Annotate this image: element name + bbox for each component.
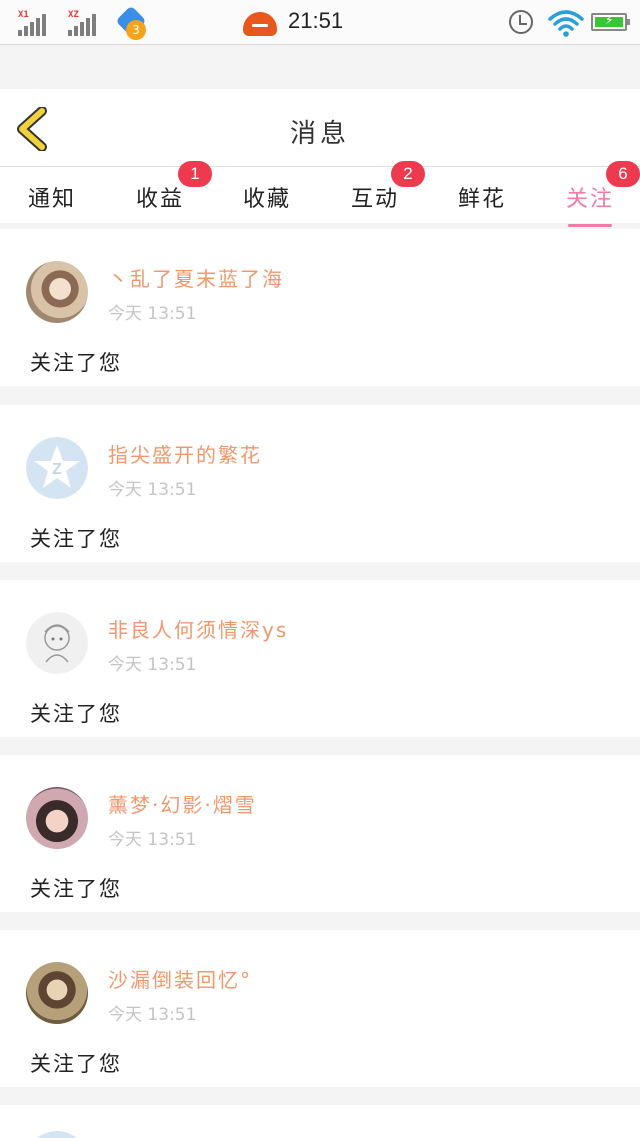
timestamp: 今天 13:51: [108, 830, 197, 850]
timestamp: 今天 13:51: [108, 304, 197, 324]
list-item[interactable]: 丶乱了夏末蓝了海 今天 13:51 关注了您: [0, 229, 640, 386]
action-text: 关注了您: [30, 702, 122, 726]
page-title: 消息: [289, 119, 350, 149]
list-item[interactable]: 沙漏倒装回忆° 今天 13:51 关注了您: [0, 930, 640, 1087]
tab-label: 互动: [351, 187, 400, 212]
tab-bar: 通知 收益 1 收藏 互动 2 鲜花 关注 6: [0, 161, 640, 227]
tab-label: 收益: [136, 187, 185, 212]
tab-follow[interactable]: 关注: [566, 181, 615, 227]
svg-text:Z: Z: [52, 461, 62, 478]
tab-label: 通知: [28, 187, 77, 212]
tab-label: 关注: [566, 187, 615, 212]
tab-earnings[interactable]: 收益: [136, 181, 184, 213]
tab-notification[interactable]: 通知: [28, 181, 76, 213]
avatar[interactable]: [26, 1131, 88, 1138]
speedometer-icon: [243, 12, 277, 36]
battery-charging-icon: ⚡: [591, 13, 630, 31]
notification-count: 3: [126, 20, 146, 40]
default-star-avatar-icon[interactable]: Z: [26, 437, 88, 499]
page-header: 消息: [0, 89, 640, 167]
tab-interaction[interactable]: 互动: [351, 181, 399, 213]
avatar[interactable]: [26, 962, 88, 1024]
username[interactable]: 指尖盛开的繁花: [108, 439, 262, 468]
action-text: 关注了您: [30, 877, 122, 901]
sketch-anime-avatar-icon[interactable]: [26, 612, 88, 674]
tab-favorites[interactable]: 收藏: [243, 181, 291, 213]
tab-interaction-badge: 2: [391, 161, 425, 187]
tab-label: 鲜花: [458, 187, 507, 212]
tab-flowers[interactable]: 鲜花: [458, 181, 506, 213]
list-item[interactable]: 薰梦·幻影·熠雪 今天 13:51 关注了您: [0, 755, 640, 912]
timestamp: 今天 13:51: [108, 480, 197, 500]
username[interactable]: 薰梦·幻影·熠雪: [108, 789, 257, 818]
alarm-clock-icon: [509, 10, 533, 34]
action-text: 关注了您: [30, 1052, 122, 1076]
list-item[interactable]: [0, 1105, 640, 1138]
status-bar: X1 XZ 3 21:51 ⚡: [0, 0, 640, 45]
username[interactable]: 沙漏倒装回忆°: [108, 964, 252, 993]
avatar[interactable]: [26, 787, 88, 849]
list-item[interactable]: Z 指尖盛开的繁花 今天 13:51 关注了您: [0, 405, 640, 562]
status-time: 21:51: [288, 8, 344, 33]
action-text: 关注了您: [30, 351, 122, 375]
tab-follow-badge: 6: [606, 161, 640, 187]
username[interactable]: 丶乱了夏末蓝了海: [108, 263, 284, 292]
username[interactable]: 非良人何须情深ys: [108, 614, 288, 643]
signal-sim2-icon: XZ: [68, 10, 102, 36]
timestamp: 今天 13:51: [108, 1005, 197, 1025]
action-text: 关注了您: [30, 527, 122, 551]
timestamp: 今天 13:51: [108, 655, 197, 675]
tab-earnings-badge: 1: [178, 161, 212, 187]
tab-label: 收藏: [243, 187, 292, 212]
active-tab-indicator: [568, 224, 613, 227]
signal-sim1-icon: X1: [18, 10, 52, 36]
avatar[interactable]: [26, 261, 88, 323]
wifi-icon: [548, 10, 584, 37]
list-item[interactable]: 非良人何须情深ys 今天 13:51 关注了您: [0, 580, 640, 737]
